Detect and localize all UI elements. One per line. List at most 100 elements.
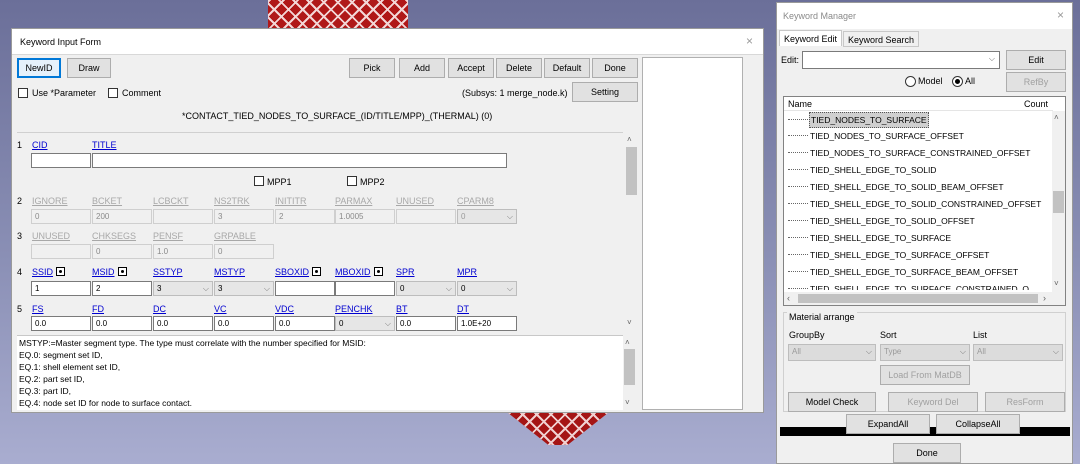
- tab-keyword-edit[interactable]: Keyword Edit: [779, 30, 843, 46]
- scroll-thumb[interactable]: [626, 147, 637, 195]
- unused-input[interactable]: [31, 244, 91, 259]
- column-header-count[interactable]: Count: [1024, 99, 1048, 109]
- mpp2-checkbox[interactable]: [347, 176, 357, 186]
- field-label-bt[interactable]: BT: [396, 304, 408, 314]
- column-header-name[interactable]: Name: [788, 99, 812, 109]
- tree-item[interactable]: TIED_SHELL_EDGE_TO_SURFACE: [788, 231, 952, 248]
- edit-button[interactable]: Edit: [1006, 50, 1066, 70]
- setting-button[interactable]: Setting: [572, 82, 638, 102]
- pick-dot-icon[interactable]: [56, 267, 66, 276]
- field-label-sboxid[interactable]: SBOXID: [275, 267, 322, 277]
- fs-input[interactable]: 0.0: [31, 316, 91, 331]
- tree-item[interactable]: TIED_SHELL_EDGE_TO_SOLID: [788, 163, 937, 180]
- scroll-thumb[interactable]: [798, 294, 1038, 303]
- newid-button[interactable]: NewID: [17, 58, 61, 78]
- dc-input[interactable]: 0.0: [153, 316, 213, 331]
- tab-keyword-search[interactable]: Keyword Search: [843, 31, 920, 47]
- field-label-mboxid[interactable]: MBOXID: [335, 267, 383, 277]
- field-label-dc[interactable]: DC: [153, 304, 166, 314]
- use-parameter-checkbox[interactable]: [18, 88, 28, 98]
- scroll-down-icon[interactable]: ˅: [1054, 279, 1059, 288]
- edit-input[interactable]: ⌵: [802, 51, 1000, 69]
- card-scrollbar[interactable]: ˄ ˅: [625, 133, 638, 331]
- done-button[interactable]: Done: [592, 58, 638, 78]
- pick-button[interactable]: Pick: [349, 58, 395, 78]
- tree-item[interactable]: TIED_SHELL_EDGE_TO_SOLID_BEAM_OFFSET: [788, 180, 1005, 197]
- accept-button[interactable]: Accept: [448, 58, 494, 78]
- scroll-thumb[interactable]: [1053, 191, 1064, 213]
- ignore-input[interactable]: 0: [31, 209, 91, 224]
- chksegs-input[interactable]: 0: [92, 244, 152, 259]
- scroll-down-icon[interactable]: ˅: [625, 398, 630, 407]
- scroll-up-icon[interactable]: ˄: [625, 338, 630, 347]
- vdc-input[interactable]: 0.0: [275, 316, 335, 331]
- field-label-fs[interactable]: FS: [32, 304, 44, 314]
- tree-item[interactable]: TIED_NODES_TO_SURFACE_OFFSET: [788, 129, 965, 146]
- bt-input[interactable]: 0.0: [396, 316, 456, 331]
- cid-input[interactable]: [31, 153, 91, 168]
- delete-button[interactable]: Delete: [496, 58, 542, 78]
- field-label-mpr[interactable]: MPR: [457, 267, 477, 277]
- field-label-ssid[interactable]: SSID: [32, 267, 66, 277]
- tree-item[interactable]: TIED_NODES_TO_SURFACE_CONSTRAINED_OFFSET: [788, 146, 1031, 163]
- bcket-input[interactable]: 200: [92, 209, 152, 224]
- tree-item[interactable]: TIED_SHELL_EDGE_TO_SOLID_CONSTRAINED_OFF…: [788, 197, 1042, 214]
- pick-dot-icon[interactable]: [373, 267, 383, 276]
- grpable-input[interactable]: 0: [214, 244, 274, 259]
- fd-input[interactable]: 0.0: [92, 316, 152, 331]
- model-radio[interactable]: [905, 76, 916, 87]
- done-button[interactable]: Done: [893, 443, 961, 463]
- sboxid-input[interactable]: [275, 281, 335, 296]
- unused-input[interactable]: [396, 209, 456, 224]
- field-label-mstyp[interactable]: MSTYP: [214, 267, 245, 277]
- model-check-button[interactable]: Model Check: [788, 392, 876, 412]
- inititr-input[interactable]: 2: [275, 209, 335, 224]
- penchk-dropdown[interactable]: 0 ⌵: [335, 316, 395, 331]
- lcbckt-input[interactable]: [153, 209, 213, 224]
- close-icon[interactable]: ×: [746, 34, 753, 48]
- tree-item[interactable]: TIED_SHELL_EDGE_TO_SOLID_OFFSET: [788, 214, 976, 231]
- field-label-fd[interactable]: FD: [92, 304, 104, 314]
- tree-vertical-scrollbar[interactable]: ˄ ˅: [1052, 111, 1065, 292]
- parmax-input[interactable]: 1.0005: [335, 209, 395, 224]
- field-label-cid[interactable]: CID: [32, 140, 48, 150]
- mboxid-input[interactable]: [335, 281, 395, 296]
- ssid-input[interactable]: 1: [31, 281, 91, 296]
- resform-button[interactable]: ResForm: [985, 392, 1065, 412]
- field-label-title[interactable]: TITLE: [92, 140, 117, 150]
- groupby-dropdown[interactable]: All ⌵: [788, 344, 876, 361]
- mpp1-checkbox[interactable]: [254, 176, 264, 186]
- all-radio[interactable]: [952, 76, 963, 87]
- expand-all-button[interactable]: ExpandAll: [846, 414, 930, 434]
- scroll-thumb[interactable]: [624, 349, 635, 385]
- mstyp-dropdown[interactable]: 3 ⌵: [214, 281, 274, 296]
- scroll-up-icon[interactable]: ˄: [1054, 113, 1059, 122]
- vc-input[interactable]: 0.0: [214, 316, 274, 331]
- list-dropdown[interactable]: All ⌵: [973, 344, 1063, 361]
- tree-horizontal-scrollbar[interactable]: ‹ ›: [784, 292, 1065, 305]
- refby-button[interactable]: RefBy: [1006, 72, 1066, 92]
- field-label-vc[interactable]: VC: [214, 304, 227, 314]
- sort-dropdown[interactable]: Type ⌵: [880, 344, 970, 361]
- comment-checkbox[interactable]: [108, 88, 118, 98]
- ns2trk-input[interactable]: 3: [214, 209, 274, 224]
- description-scrollbar[interactable]: ˄ ˅: [623, 336, 636, 411]
- field-label-penchk[interactable]: PENCHK: [335, 304, 373, 314]
- tree-item[interactable]: TIED_NODES_TO_SURFACE: [788, 112, 929, 129]
- msid-input[interactable]: 2: [92, 281, 152, 296]
- field-label-msid[interactable]: MSID: [92, 267, 127, 277]
- field-label-vdc[interactable]: VDC: [275, 304, 294, 314]
- default-button[interactable]: Default: [544, 58, 590, 78]
- dt-input[interactable]: 1.0E+20: [457, 316, 517, 331]
- keyword-del-button[interactable]: Keyword Del: [888, 392, 978, 412]
- pick-dot-icon[interactable]: [117, 267, 127, 276]
- field-label-sstyp[interactable]: SSTYP: [153, 267, 183, 277]
- scroll-up-icon[interactable]: ˄: [627, 135, 632, 144]
- title-input[interactable]: [92, 153, 507, 168]
- tree-item[interactable]: TIED_SHELL_EDGE_TO_SURFACE_OFFSET: [788, 248, 990, 265]
- collapse-all-button[interactable]: CollapseAll: [936, 414, 1020, 434]
- tree-item[interactable]: TIED_SHELL_EDGE_TO_SURFACE_BEAM_OFFSET: [788, 265, 1019, 282]
- scroll-left-icon[interactable]: ‹: [787, 293, 790, 303]
- scroll-down-icon[interactable]: ˅: [627, 318, 632, 327]
- spr-dropdown[interactable]: 0 ⌵: [396, 281, 456, 296]
